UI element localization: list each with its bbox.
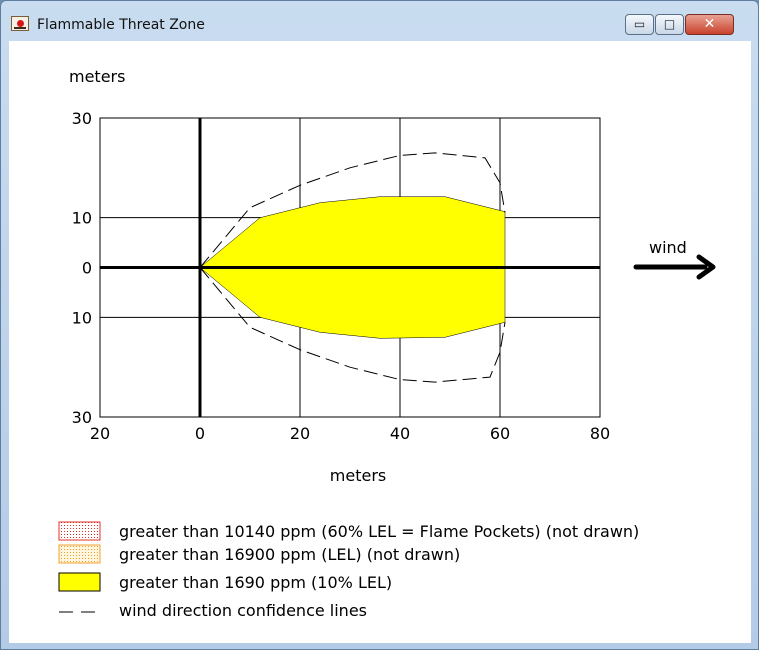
- x-tick-label: 80: [590, 424, 610, 443]
- x-tick-label: 60: [490, 424, 510, 443]
- y-tick-label: 0: [82, 259, 92, 278]
- x-tick-label: 0: [195, 424, 205, 443]
- title-bar[interactable]: Flammable Threat Zone ▭ □ ✕: [1, 1, 758, 41]
- y-tick-label: 30: [72, 109, 92, 128]
- x-tick-label: 20: [290, 424, 310, 443]
- wind-label: wind: [649, 238, 687, 257]
- y-tick-label: 10: [72, 209, 92, 228]
- chart-area: 20 0 20 40 60 80 30 10 0 10 30 meters meters wind gr…: [9, 41, 751, 643]
- app-icon-bar: [14, 27, 26, 29]
- legend-label: greater than 16900 ppm (LEL) (not drawn): [119, 545, 460, 564]
- app-icon-dot: [17, 20, 24, 27]
- y-tick-label: 30: [72, 408, 92, 427]
- legend-swatch: [58, 544, 101, 564]
- threat-zone-chart: 20 0 20 40 60 80 30 10 0 10 30 meters meters wind gr…: [58, 67, 716, 620]
- x-axis-title: meters: [330, 466, 386, 485]
- maximize-button[interactable]: □: [655, 14, 684, 35]
- y-axis-title: meters: [69, 67, 125, 86]
- y-tick-label: 10: [72, 308, 92, 327]
- app-window: Flammable Threat Zone ▭ □ ✕ 20 0 20 40 60 80 3…: [0, 0, 759, 650]
- x-tick-label: 40: [390, 424, 410, 443]
- window-title: Flammable Threat Zone: [37, 17, 205, 33]
- app-icon: [11, 16, 29, 31]
- legend-label: greater than 10140 ppm (60% LEL = Flame …: [119, 522, 639, 541]
- close-button[interactable]: ✕: [685, 14, 734, 35]
- legend-swatch: [58, 572, 101, 592]
- minimize-button[interactable]: ▭: [625, 14, 654, 35]
- legend-label: wind direction confidence lines: [119, 601, 367, 620]
- legend-label: greater than 1690 ppm (10% LEL): [119, 573, 392, 592]
- legend-swatch: [58, 521, 101, 541]
- x-tick-label: 20: [90, 424, 110, 443]
